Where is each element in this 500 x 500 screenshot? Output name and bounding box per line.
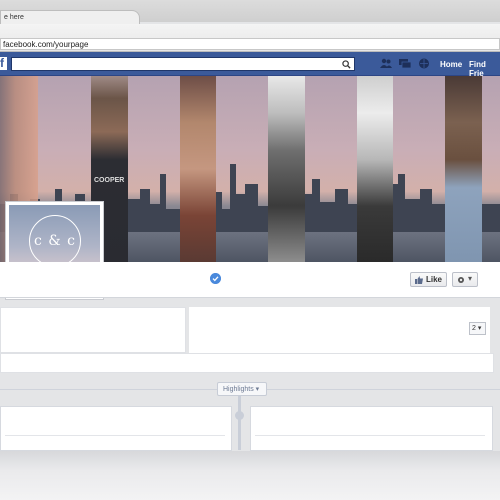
url-text: facebook.com/yourpage — [3, 40, 89, 49]
timeline-post-right[interactable] — [250, 406, 493, 451]
profile-monogram: c & c — [29, 215, 81, 267]
settings-dropdown-button[interactable]: ▾ — [452, 272, 478, 287]
like-label: Like — [426, 275, 443, 284]
composer-box[interactable] — [0, 353, 494, 373]
about-box — [0, 307, 186, 353]
portrait-strip-6 — [445, 76, 482, 262]
messages-icon[interactable] — [399, 58, 411, 69]
friends-icon[interactable] — [380, 58, 392, 69]
facebook-logo[interactable]: f — [0, 57, 7, 70]
nav-home-link[interactable]: Home — [440, 60, 462, 69]
portrait-strip-4 — [268, 76, 305, 262]
timeline-dot — [235, 411, 244, 420]
chevron-down-icon: ▾ — [468, 274, 473, 283]
screen-bezel — [0, 451, 500, 500]
info-box — [189, 307, 490, 353]
shirt-text: COOPER — [94, 177, 125, 184]
like-button[interactable]: Like — [410, 272, 447, 287]
thumbs-up-icon — [415, 276, 423, 284]
verified-badge-icon — [210, 273, 221, 284]
post-divider — [255, 435, 485, 436]
search-icon[interactable] — [342, 60, 351, 69]
count-dropdown[interactable]: 2 ▾ — [469, 322, 486, 335]
highlights-dropdown[interactable]: Highlights ▾ — [217, 382, 267, 396]
post-divider — [5, 435, 225, 436]
search-input[interactable] — [11, 57, 355, 71]
address-bar[interactable]: facebook.com/yourpage — [0, 38, 500, 50]
notifications-icon[interactable] — [418, 58, 430, 69]
browser-tab[interactable]: e here — [0, 10, 140, 24]
timeline-post-left[interactable] — [0, 406, 232, 451]
portrait-strip-5 — [357, 76, 393, 262]
tab-title: e here — [4, 14, 24, 21]
timeline-spine — [238, 396, 241, 450]
portrait-strip-3 — [180, 76, 216, 262]
gear-icon — [458, 277, 464, 283]
